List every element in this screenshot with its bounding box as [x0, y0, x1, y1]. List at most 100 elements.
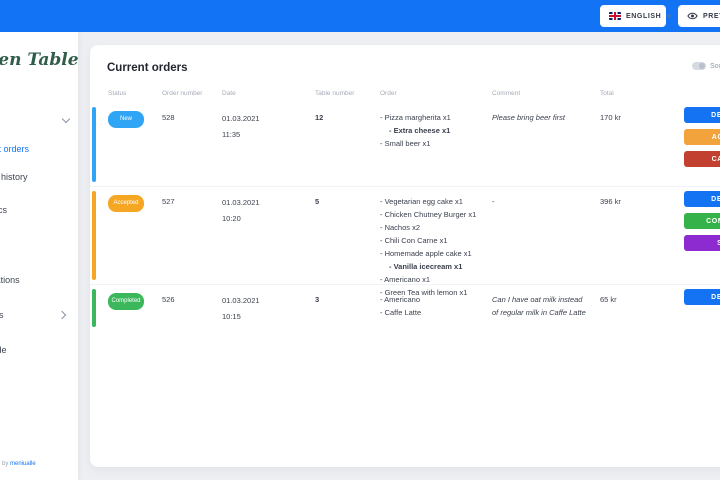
order-date: 01.03.2021 [222, 198, 260, 207]
date-cell: 01.03.2021 10:20 [222, 187, 315, 299]
sidebar-item-translations[interactable]: Translations [0, 269, 78, 291]
table-number-cell: 12 [315, 113, 324, 122]
sound-toggle[interactable]: Sound [692, 62, 720, 70]
page-title: Current orders [107, 62, 188, 74]
order-row: New 528 01.03.2021 11:35 12 - Pizza margherit… [90, 103, 720, 186]
chevron-down-icon: ▾ [667, 13, 671, 20]
order-item: - Pizza margherita x1 [380, 113, 451, 122]
order-item: - Chicken Chutney Burger x1 [380, 210, 477, 219]
sidebar-item-label: Statistics [0, 205, 8, 215]
sidebar-item-label: QR code [0, 345, 7, 355]
row-actions: DETAILS [684, 285, 720, 331]
order-item: - Caffe Latte [380, 308, 422, 317]
sidebar-item-label: Orders history [0, 172, 28, 182]
sidebar-item-orders[interactable]: Orders [0, 108, 78, 130]
order-item: - Chili Con Carne x1 [380, 236, 448, 245]
order-item: - Extra cheese x1 [389, 126, 451, 135]
sidebar-footer-link[interactable]: meniualle [10, 461, 36, 467]
language-selector-label: ENGLISH [626, 12, 662, 20]
language-selector-button[interactable]: ENGLISH ▾ [600, 5, 670, 27]
column-header: Table number [315, 90, 355, 97]
order-number-cell: 528 [162, 113, 175, 122]
order-date: 01.03.2021 [222, 114, 260, 123]
total-cell: 65 kr [600, 295, 617, 304]
date-cell: 01.03.2021 10:15 [222, 285, 315, 331]
total-cell: 170 kr [600, 113, 621, 122]
preview-button-label: PREVIEW [703, 12, 720, 20]
order-item: - Homemade apple cake x1 [380, 249, 472, 258]
sidebar-item-label: Current orders [0, 144, 30, 154]
sound-toggle-label: Sound [710, 62, 720, 70]
sidebar-item-orders-history[interactable]: Orders history [0, 166, 78, 188]
status-cell: Completed [108, 285, 162, 331]
table-number-cell: 3 [315, 295, 320, 304]
status-badge: Completed [108, 293, 144, 310]
total-cell: 396 kr [600, 197, 621, 206]
sound-toggle-switch[interactable] [692, 62, 706, 70]
row-status-bar [92, 289, 96, 327]
column-header: Status [108, 90, 127, 97]
order-number-cell: 527 [162, 197, 175, 206]
details-button[interactable]: DETAILS [684, 289, 720, 305]
order-time: 11:35 [222, 130, 241, 139]
uk-flag-icon [609, 12, 621, 20]
eye-icon [687, 12, 698, 20]
sidebar: Green Table Orders Current orders Orders h… [0, 32, 78, 480]
chevron-right-icon [57, 310, 67, 320]
order-item: - Americano [380, 295, 421, 304]
column-header: Order [380, 90, 397, 97]
app-logo: Green Table [0, 50, 78, 70]
sidebar-item-statistics[interactable]: Statistics [0, 199, 78, 221]
preview-button[interactable]: PREVIEW [678, 5, 720, 27]
cancel-button[interactable]: CANCEL [684, 151, 720, 167]
row-status-bar [92, 107, 96, 182]
sidebar-item-label: Settings [0, 310, 4, 320]
send-button[interactable]: SEND [684, 235, 720, 251]
orders-table-body: New 528 01.03.2021 11:35 12 - Pizza margherit… [90, 103, 720, 331]
date-cell: 01.03.2021 11:35 [222, 103, 315, 186]
order-date: 01.03.2021 [222, 296, 260, 305]
order-item: - Nachos x2 [380, 223, 421, 232]
column-header: Comment [492, 90, 521, 97]
status-badge: New [108, 111, 144, 128]
row-actions: DETAILS COMPLETE SEND [684, 187, 720, 299]
order-items-cell: - Vegetarian egg cake x1 - Chicken Chutne… [380, 187, 492, 299]
orders-table-header: Status Order number Date Table number Order C… [90, 90, 720, 103]
sidebar-item-current-orders[interactable]: Current orders [0, 138, 78, 160]
sidebar-footer-text: by [2, 461, 9, 467]
comment-cell: Please bring beer first [492, 113, 565, 122]
sidebar-item-qr-code[interactable]: QR code [0, 339, 78, 361]
order-item: - Small beer x1 [380, 139, 431, 148]
top-header-bar: ENGLISH ▾ PREVIEW [0, 0, 720, 32]
sidebar-nav: Orders Current orders Orders history Statis… [0, 108, 78, 361]
column-header: Total [600, 90, 614, 97]
order-number-cell: 526 [162, 295, 175, 304]
current-orders-card: Current orders Sound Status Order number D… [90, 45, 720, 467]
order-item: - Vegetarian egg cake x1 [380, 197, 463, 206]
row-actions: DETAILS ACCEPT CANCEL [684, 103, 720, 186]
details-button[interactable]: DETAILS [684, 107, 720, 123]
table-number-cell: 5 [315, 197, 320, 206]
sidebar-item-label: Translations [0, 275, 20, 285]
row-status-bar [92, 191, 96, 280]
order-time: 10:15 [222, 312, 241, 321]
chevron-down-icon [61, 114, 71, 124]
order-row: Accepted 527 01.03.2021 10:20 5 - Vegetarian … [90, 186, 720, 297]
status-cell: New [108, 103, 162, 186]
comment-cell: Can I have oat milk instead of regular m… [492, 295, 586, 317]
status-cell: Accepted [108, 187, 162, 299]
order-items-cell: - Pizza margherita x1 - Extra cheese x1 - … [380, 103, 492, 186]
details-button[interactable]: DETAILS [684, 191, 720, 207]
order-item: - Vanilla icecream x1 [389, 262, 463, 271]
order-time: 10:20 [222, 214, 241, 223]
order-items-cell: - Americano - Caffe Latte [380, 285, 492, 331]
column-header: Order number [162, 90, 203, 97]
order-row: Completed 526 01.03.2021 10:15 3- Americano -… [90, 284, 720, 331]
sidebar-footer: by meniualle [2, 461, 36, 467]
status-badge: Accepted [108, 195, 144, 212]
complete-button[interactable]: COMPLETE [684, 213, 720, 229]
column-header: Date [222, 90, 236, 97]
accept-button[interactable]: ACCEPT [684, 129, 720, 145]
sidebar-item-settings[interactable]: Settings [0, 304, 78, 326]
comment-cell: - [492, 197, 495, 206]
